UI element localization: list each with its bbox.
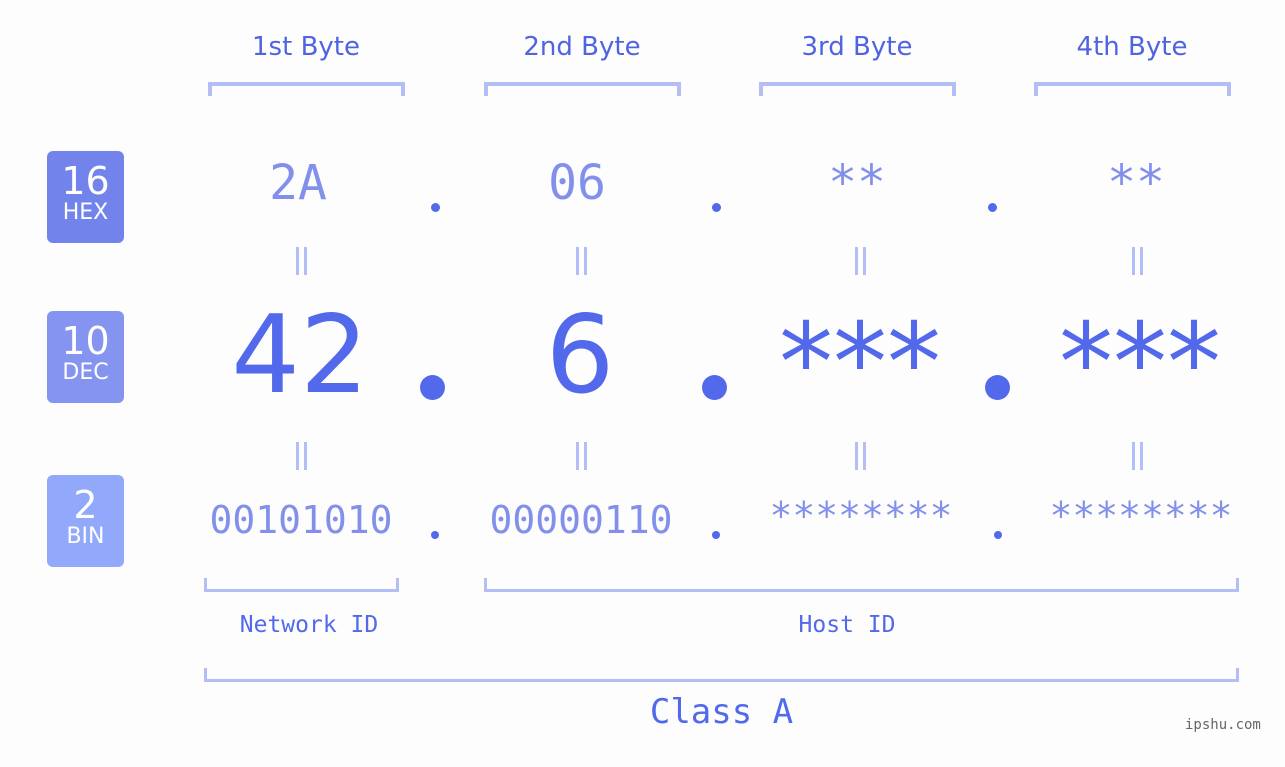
hex-separator-dot	[988, 203, 997, 212]
dec-badge: 10 DEC	[47, 311, 124, 403]
bin-separator-dot	[994, 531, 1002, 539]
equals-icon	[1127, 247, 1147, 275]
hex-base-label: HEX	[62, 200, 109, 225]
equals-icon	[1127, 442, 1147, 470]
dec-byte-3: ***	[779, 301, 941, 426]
class-bracket	[204, 668, 1239, 682]
bin-byte-3: ********	[769, 494, 953, 538]
hex-byte-3: **	[828, 155, 886, 211]
bin-byte-2: 00000110	[489, 498, 673, 542]
byte-header-4: 4th Byte	[1076, 32, 1188, 62]
hex-separator-dot	[712, 203, 721, 212]
hex-badge: 16 HEX	[47, 151, 124, 243]
equals-icon	[850, 442, 870, 470]
bin-byte-1: 00101010	[209, 498, 393, 542]
ip-class-label: Class A	[649, 692, 794, 732]
dec-byte-1: 42	[231, 293, 369, 418]
equals-icon	[291, 247, 311, 275]
network-id-label: Network ID	[239, 612, 379, 638]
hex-separator-dot	[431, 203, 440, 212]
hex-byte-4: **	[1107, 155, 1165, 211]
dec-byte-4: ***	[1059, 301, 1221, 426]
byte-3-bracket	[759, 82, 956, 96]
equals-icon	[850, 247, 870, 275]
byte-4-bracket	[1034, 82, 1231, 96]
watermark: ipshu.com	[1185, 717, 1261, 733]
bin-separator-dot	[431, 531, 439, 539]
hex-byte-2: 06	[548, 155, 606, 211]
byte-2-bracket	[484, 82, 681, 96]
dec-separator-dot	[420, 375, 445, 400]
dec-separator-dot	[985, 375, 1010, 400]
equals-icon	[571, 442, 591, 470]
hex-base-number: 16	[61, 159, 110, 203]
bin-base-label: BIN	[66, 524, 105, 549]
byte-header-2: 2nd Byte	[523, 32, 641, 62]
dec-separator-dot	[702, 375, 727, 400]
host-id-bracket	[484, 578, 1239, 592]
host-id-label: Host ID	[798, 612, 896, 638]
network-id-bracket	[204, 578, 399, 592]
equals-icon	[291, 442, 311, 470]
byte-header-3: 3rd Byte	[801, 32, 913, 62]
equals-icon	[571, 247, 591, 275]
hex-byte-1: 2A	[269, 155, 327, 211]
dec-byte-2: 6	[545, 293, 615, 418]
bin-base-number: 2	[73, 483, 98, 527]
byte-header-1: 1st Byte	[252, 32, 360, 62]
bin-byte-4: ********	[1049, 494, 1233, 538]
bin-badge: 2 BIN	[47, 475, 124, 567]
dec-base-label: DEC	[62, 360, 109, 385]
byte-1-bracket	[208, 82, 405, 96]
dec-base-number: 10	[61, 319, 110, 363]
bin-separator-dot	[712, 531, 720, 539]
